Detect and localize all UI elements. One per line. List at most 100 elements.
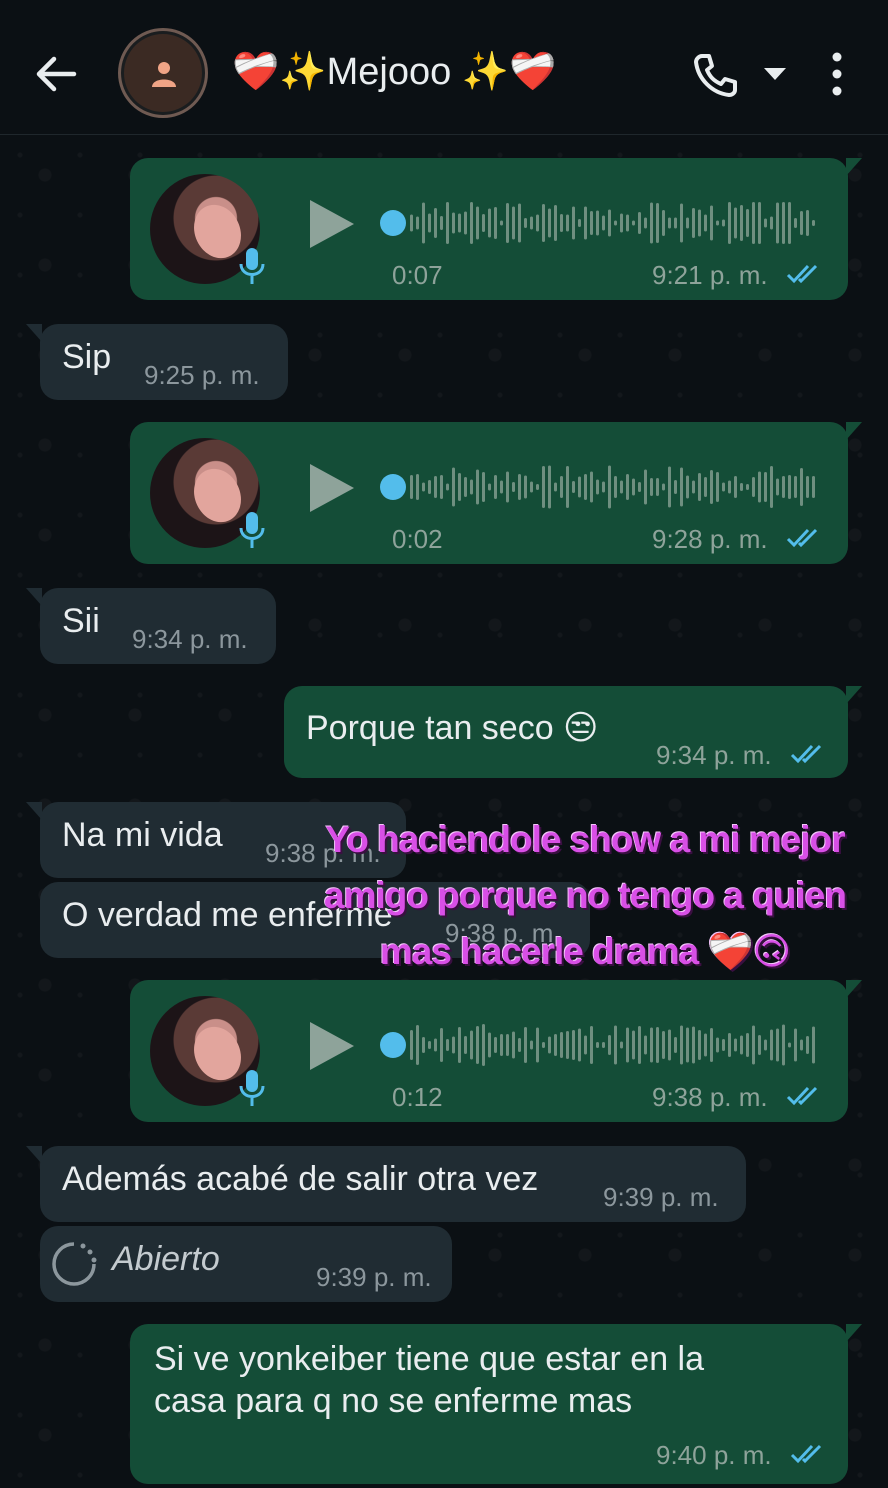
waveform-bar	[440, 1028, 443, 1062]
more-options-icon[interactable]	[826, 50, 848, 98]
outgoing-message[interactable]: Porque tan seco 😒 9:34 p. m.	[284, 686, 862, 778]
waveform-bar	[632, 478, 635, 496]
waveform-bar	[602, 1042, 605, 1048]
waveform-bar	[764, 472, 767, 502]
waveform-bar	[638, 212, 641, 234]
waveform-bar	[560, 214, 563, 232]
waveform-bar	[476, 206, 479, 240]
microphone-icon	[239, 512, 265, 548]
voice-message[interactable]: 0:02 9:28 p. m.	[130, 422, 862, 564]
waveform-bar	[416, 1025, 419, 1065]
waveform-bar	[524, 1027, 527, 1063]
waveform-bar	[776, 202, 779, 244]
waveform-bar	[620, 213, 623, 233]
voice-call-icon[interactable]	[690, 50, 740, 100]
waveform-bar	[590, 211, 593, 235]
waveform-bar	[800, 1039, 803, 1051]
incoming-message[interactable]: Sii 9:34 p. m.	[26, 588, 276, 664]
incoming-message[interactable]: Sip 9:25 p. m.	[26, 324, 288, 400]
waveform-bar	[566, 214, 569, 232]
message-text: Porque tan seco 😒	[306, 709, 599, 747]
message-text: Sii	[62, 602, 100, 640]
contact-avatar[interactable]	[118, 28, 208, 118]
voice-message[interactable]: 0:12 9:38 p. m.	[130, 980, 862, 1122]
waveform-bar	[422, 1037, 425, 1053]
waveform-bar	[482, 472, 485, 502]
waveform-bar	[728, 202, 731, 244]
waveform-bar	[686, 217, 689, 229]
waveform-bar	[578, 219, 581, 227]
waveform-bar	[710, 1028, 713, 1062]
waveform-bar	[434, 476, 437, 498]
waveform[interactable]	[410, 1020, 820, 1070]
playback-position-dot[interactable]	[380, 210, 406, 236]
waveform-bar	[710, 470, 713, 504]
view-once-message[interactable]: Abierto 9:39 p. m.	[40, 1226, 452, 1302]
waveform-bar	[776, 1028, 779, 1062]
waveform-bar	[572, 481, 575, 493]
waveform-bar	[698, 1030, 701, 1060]
waveform-bar	[542, 204, 545, 242]
waveform-bar	[440, 475, 443, 499]
play-icon[interactable]	[308, 462, 356, 514]
waveform-bar	[578, 476, 581, 498]
playback-position-dot[interactable]	[380, 1032, 406, 1058]
waveform-bar	[806, 1036, 809, 1054]
waveform-bar	[812, 220, 815, 226]
waveform-bar	[608, 1035, 611, 1055]
waveform-bar	[638, 1026, 641, 1064]
waveform-bar	[764, 1039, 767, 1051]
waveform[interactable]	[410, 462, 820, 512]
voice-message[interactable]: 0:07 9:21 p. m.	[130, 158, 862, 300]
contact-name[interactable]: ❤️‍🩹✨Mejooo ✨❤️‍🩹	[232, 50, 556, 94]
waveform-bar	[674, 480, 677, 494]
chat-header: ❤️‍🩹✨Mejooo ✨❤️‍🩹	[0, 0, 888, 135]
play-icon[interactable]	[308, 198, 356, 250]
playback-position-dot[interactable]	[380, 474, 406, 500]
read-ticks-icon	[790, 1444, 822, 1464]
waveform-bar	[782, 202, 785, 244]
waveform-bar	[464, 477, 467, 497]
waveform-bar	[650, 478, 653, 496]
waveform-bar	[446, 1039, 449, 1051]
message-time: 9:21 p. m.	[652, 260, 768, 290]
incoming-message[interactable]: Además acabé de salir otra vez 9:39 p. m…	[26, 1146, 746, 1222]
waveform-bar	[656, 1027, 659, 1063]
waveform-bar	[554, 205, 557, 241]
waveform-bar	[620, 1041, 623, 1049]
view-once-status: Abierto	[112, 1240, 220, 1278]
waveform[interactable]	[410, 198, 820, 248]
waveform-bar	[548, 1036, 551, 1054]
waveform-bar	[434, 1038, 437, 1052]
waveform-bar	[464, 211, 467, 235]
waveform-bar	[800, 468, 803, 506]
waveform-bar	[734, 207, 737, 239]
waveform-bar	[716, 1037, 719, 1053]
waveform-bar	[716, 472, 719, 502]
waveform-bar	[746, 484, 749, 490]
call-options-dropdown-icon[interactable]	[762, 64, 788, 84]
waveform-bar	[518, 474, 521, 500]
waveform-bar	[446, 202, 449, 244]
waveform-bar	[524, 475, 527, 499]
waveform-bar	[626, 214, 629, 232]
waveform-bar	[722, 482, 725, 492]
waveform-bar	[458, 473, 461, 501]
waveform-bar	[422, 482, 425, 492]
message-time: 9:39 p. m.	[603, 1182, 719, 1212]
waveform-bar	[644, 1035, 647, 1055]
message-time: 9:39 p. m.	[316, 1262, 432, 1292]
waveform-bar	[632, 1030, 635, 1060]
waveform-bar	[584, 1035, 587, 1055]
outgoing-message[interactable]: Si ve yonkeiber tiene que estar en la ca…	[130, 1324, 862, 1484]
waveform-bar	[674, 217, 677, 229]
play-icon[interactable]	[308, 1020, 356, 1072]
read-ticks-icon	[786, 1086, 818, 1106]
waveform-bar	[482, 1024, 485, 1066]
waveform-bar	[596, 1042, 599, 1048]
voice-duration: 0:02	[392, 524, 443, 554]
waveform-bar	[536, 1027, 539, 1063]
waveform-bar	[794, 1028, 797, 1062]
back-arrow-icon[interactable]	[30, 48, 82, 100]
waveform-bar	[590, 1026, 593, 1064]
